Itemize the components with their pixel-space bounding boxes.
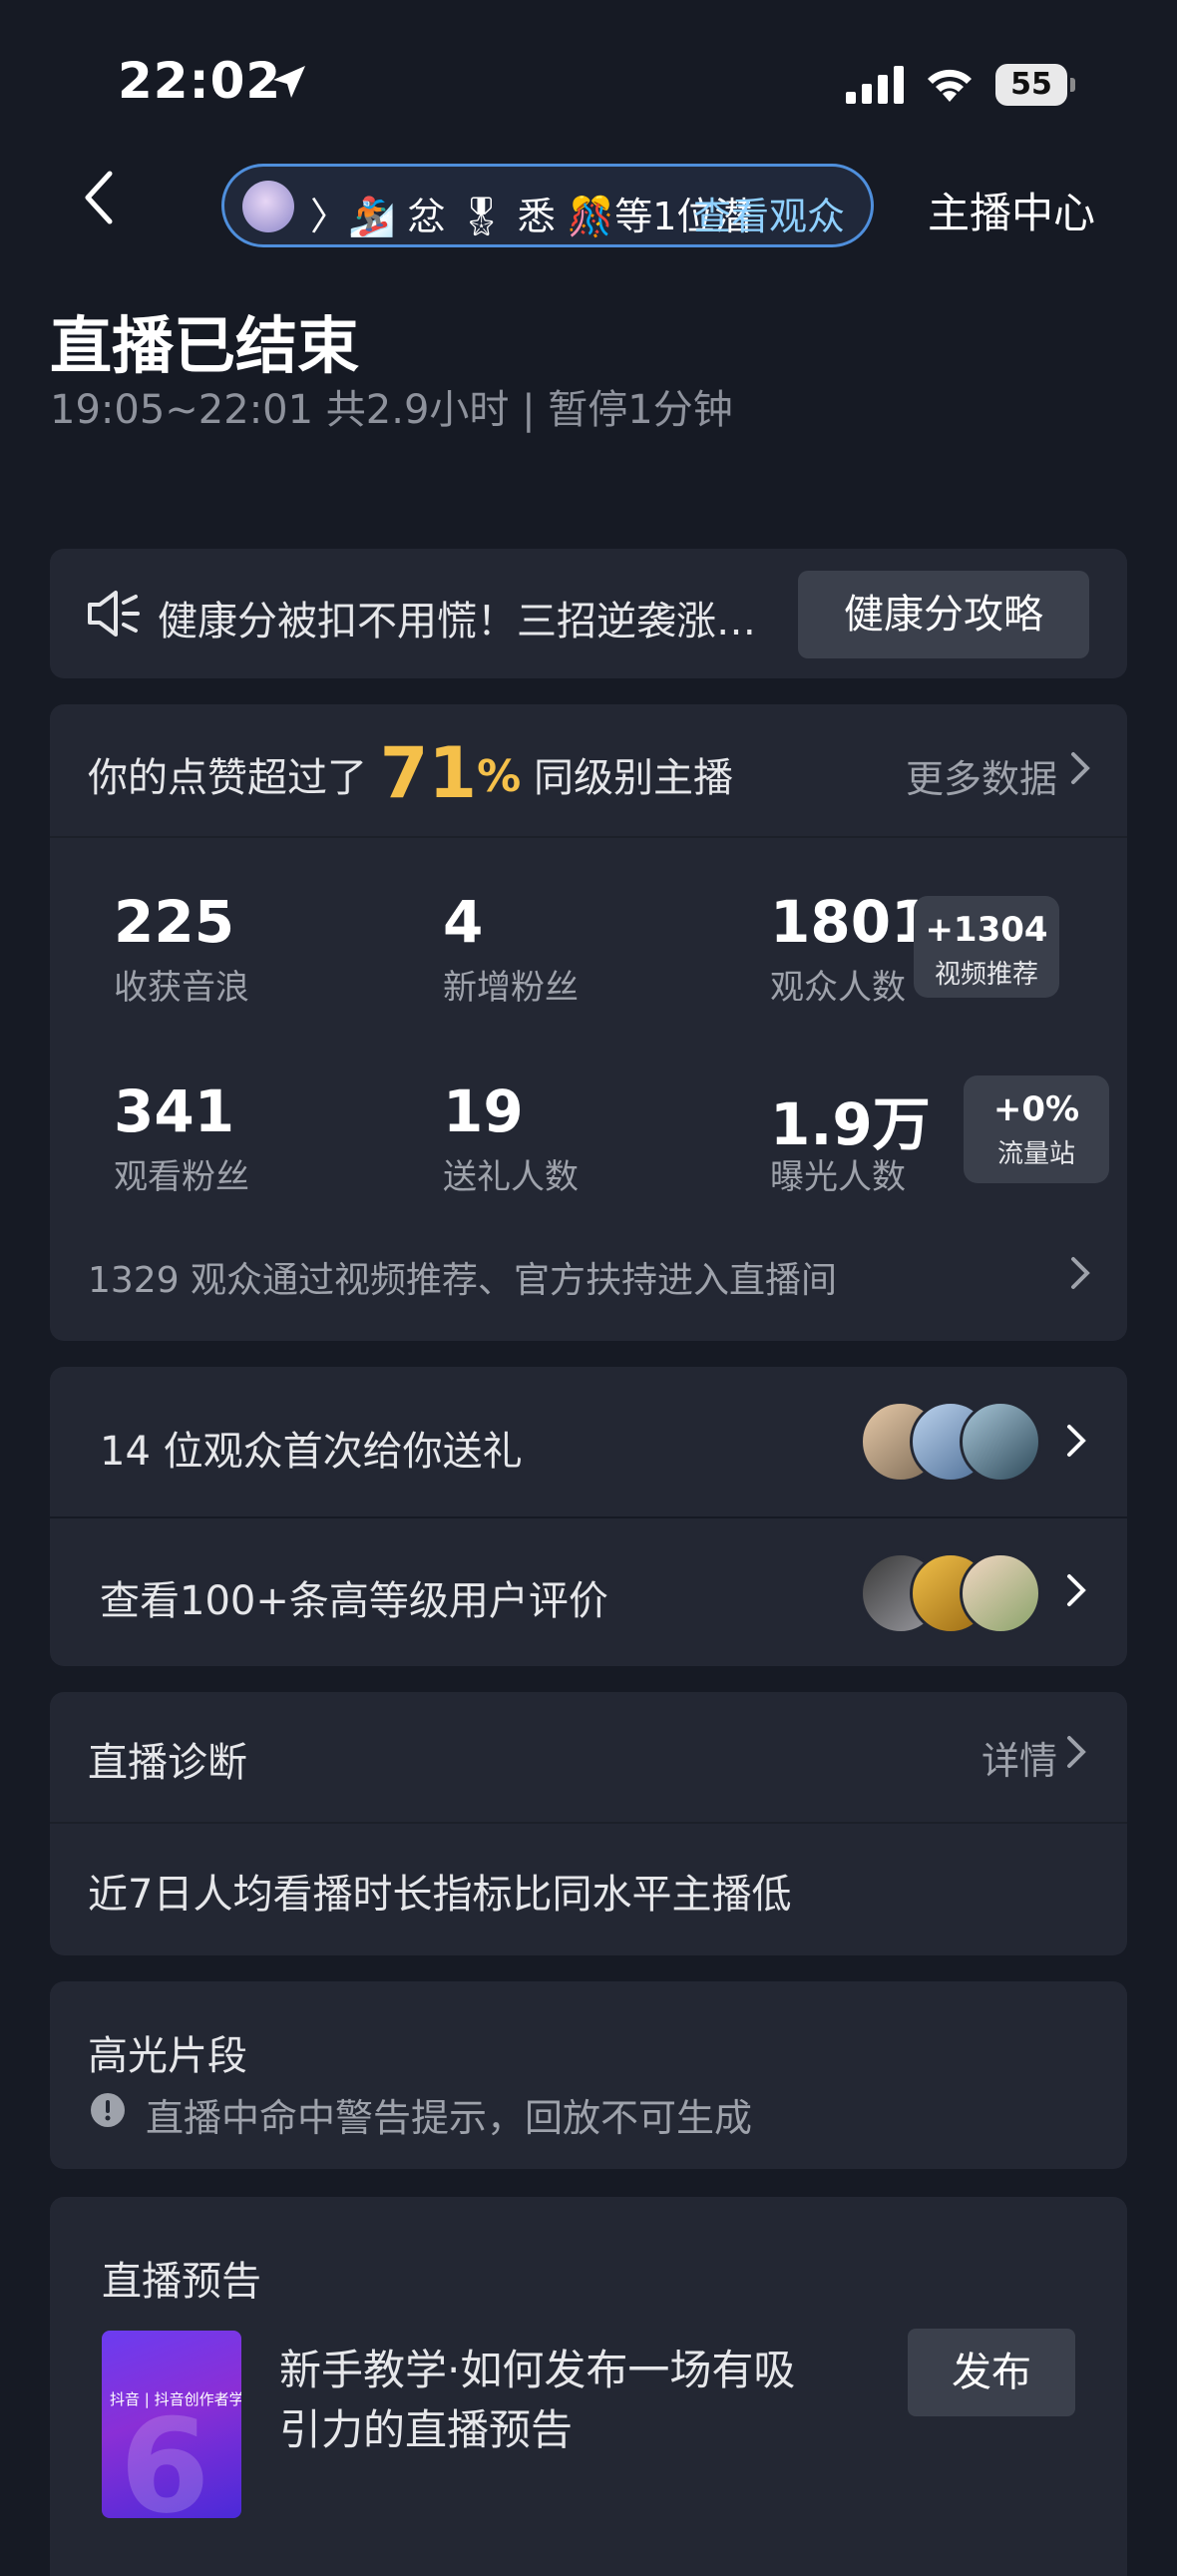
reviews-text: 查看100+条高等级用户评价: [100, 1578, 608, 1624]
metric-label: 收获音浪: [114, 968, 249, 1008]
chevron-right-icon: [1067, 1574, 1086, 1606]
review-avatars: [860, 1552, 1049, 1634]
battery-icon: 55: [995, 64, 1075, 106]
chevron-right-icon: [1067, 1736, 1086, 1768]
battery-level: 55: [995, 64, 1067, 106]
more-data-link[interactable]: 更多数据: [906, 748, 1057, 803]
view-audience-link[interactable]: 查看观众: [693, 186, 845, 240]
traffic-station-badge: +0% 流量站: [964, 1075, 1109, 1183]
metric-value: 4: [443, 888, 484, 956]
metric-label: 观看粉丝: [114, 1157, 249, 1197]
health-score-banner[interactable]: 健康分被扣不用慌！三招逆袭涨… 健康分攻略: [50, 549, 1127, 678]
metric-value: 19: [443, 1077, 524, 1145]
avatar: [960, 1552, 1041, 1634]
back-chevron-icon[interactable]: [82, 170, 116, 225]
preview-thumbnail[interactable]: 6 抖音 | 抖音创作者学院: [102, 2331, 241, 2518]
preview-title: 直播预告: [102, 2259, 261, 2305]
chevron-right-icon: [1067, 1425, 1086, 1457]
high-level-reviews-row[interactable]: 查看100+条高等级用户评价: [50, 1518, 1127, 1666]
speaker-icon: [88, 591, 140, 637]
viewer-avatar: [242, 181, 294, 232]
metric-label: 曝光人数: [770, 1157, 906, 1197]
stream-duration: 19:05~22:01 共2.9小时 | 暂停1分钟: [50, 387, 733, 433]
chevron-right-icon: [1071, 1257, 1090, 1289]
metric-label: 观众人数: [770, 968, 906, 1008]
gift-avatars: [860, 1401, 1049, 1483]
warning-icon: [91, 2093, 125, 2127]
video-recommend-badge: +1304 视频推荐: [914, 896, 1059, 998]
likes-ranking: 你的点赞超过了 71% 同级别主播: [88, 732, 733, 814]
diagnosis-body: 近7日人均看播时长指标比同水平主播低: [88, 1872, 792, 1918]
metric-label: 新增粉丝: [443, 968, 579, 1008]
publish-button[interactable]: 发布: [908, 2329, 1075, 2416]
location-arrow-icon: [273, 66, 305, 98]
diagnosis-details-link[interactable]: 详情: [981, 1730, 1057, 1785]
chevron-right-icon: [1071, 752, 1090, 784]
viewer-names: 〉🏂 忿 🎖 悉 🎊等1位潜: [310, 195, 753, 238]
metric-value: 225: [114, 888, 235, 956]
stream-diagnosis-card[interactable]: 直播诊断 详情 近7日人均看播时长指标比同水平主播低: [50, 1692, 1127, 1955]
live-preview-card: 直播预告 6 抖音 | 抖音创作者学院 新手教学·如何发布一场有吸 引力的直播预…: [50, 2197, 1127, 2576]
potential-viewers-pill[interactable]: 〉🏂 忿 🎖 悉 🎊等1位潜 查看观众: [221, 164, 874, 247]
cellular-signal-icon: [846, 66, 904, 104]
preview-desc-line1: 新手教学·如何发布一场有吸: [279, 2346, 796, 2394]
highlights-card: 高光片段 直播中命中警告提示，回放不可生成: [50, 1981, 1127, 2169]
thumbnail-label: 抖音 | 抖音创作者学院: [110, 2390, 241, 2408]
health-banner-text: 健康分被扣不用慌！三招逆袭涨…: [158, 599, 756, 644]
avatar: [960, 1401, 1041, 1483]
diagnosis-title: 直播诊断: [88, 1740, 247, 1786]
anchor-center-link[interactable]: 主播中心: [928, 180, 1095, 240]
first-gift-row[interactable]: 14 位观众首次给你送礼: [50, 1367, 1127, 1516]
metric-label: 送礼人数: [443, 1157, 579, 1197]
stream-stats-card: 你的点赞超过了 71% 同级别主播 更多数据 225 收获音浪 4 新增粉丝 1…: [50, 704, 1127, 1341]
traffic-source-note[interactable]: 1329 观众通过视频推荐、官方扶持进入直播间: [88, 1251, 837, 1303]
wifi-icon: [928, 69, 972, 102]
page-title: 直播已结束: [50, 309, 360, 382]
metric-value: 1801: [770, 888, 932, 956]
likes-percent: 71: [379, 732, 478, 814]
status-time: 22:02: [118, 52, 282, 110]
highlights-title: 高光片段: [88, 2033, 247, 2079]
preview-desc-line2: 引力的直播预告: [279, 2405, 574, 2454]
health-guide-button[interactable]: 健康分攻略: [798, 571, 1089, 658]
metric-value: 341: [114, 1077, 235, 1145]
first-gift-text: 14 位观众首次给你送礼: [100, 1429, 523, 1475]
highlights-warning-text: 直播中命中警告提示，回放不可生成: [146, 2096, 753, 2140]
